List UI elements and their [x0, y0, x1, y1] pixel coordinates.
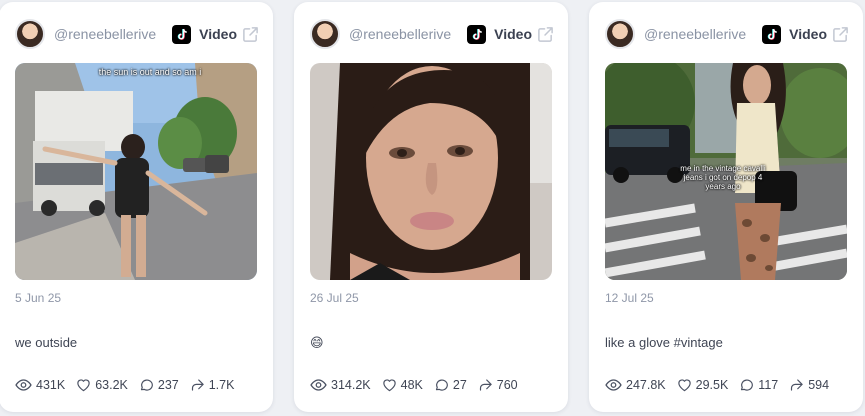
- comment-icon: [435, 379, 448, 391]
- content-type-label: Video: [789, 26, 828, 42]
- eye-icon: [310, 379, 327, 391]
- likes-count: 48K: [400, 378, 423, 392]
- likes-stat: 48K: [382, 378, 423, 392]
- shares-count: 1.7K: [208, 378, 235, 392]
- post-date: 12 Jul 25: [605, 291, 654, 305]
- comment-icon: [140, 379, 153, 391]
- shares-stat: 594: [789, 378, 829, 392]
- share-icon: [479, 379, 492, 391]
- heart-icon: [677, 379, 691, 392]
- comments-stat: 117: [739, 378, 778, 392]
- video-thumbnail[interactable]: the sun is out and so am i: [15, 63, 257, 280]
- comments-count: 27: [452, 378, 467, 392]
- post-date: 26 Jul 25: [310, 291, 359, 305]
- tiktok-icon: [172, 24, 192, 44]
- tiktok-icon: [762, 24, 782, 44]
- shares-count: 760: [496, 378, 518, 392]
- views-stat: 431K: [15, 378, 65, 392]
- eye-icon: [605, 379, 622, 391]
- thumbnail-overlay-text: the sun is out and so am i: [98, 67, 202, 77]
- views-count: 431K: [36, 378, 66, 392]
- avatar[interactable]: [605, 19, 635, 49]
- external-link-icon[interactable]: [536, 25, 554, 43]
- post-date: 5 Jun 25: [15, 291, 62, 305]
- content-type-label: Video: [199, 26, 238, 42]
- shares-stat: 760: [478, 378, 518, 392]
- post-stats: 247.8K 29.5K 117 594: [605, 378, 840, 392]
- comments-stat: 27: [434, 378, 467, 392]
- views-stat: 314.2K: [310, 378, 371, 392]
- likes-stat: 63.2K: [76, 378, 128, 392]
- card-header: @reneebellerive Video: [15, 17, 259, 51]
- thumbnail-image: [15, 63, 257, 280]
- author-handle[interactable]: @reneebellerive: [644, 26, 746, 42]
- views-stat: 247.8K: [605, 378, 666, 392]
- avatar[interactable]: [310, 19, 340, 49]
- heart-icon: [382, 379, 396, 392]
- heart-icon: [77, 379, 90, 392]
- share-icon: [191, 379, 204, 391]
- likes-count: 29.5K: [695, 378, 729, 392]
- comments-count: 237: [157, 378, 179, 392]
- tiktok-icon: [467, 24, 487, 44]
- post-caption: 😄: [310, 335, 324, 350]
- comment-icon: [741, 379, 754, 391]
- shares-stat: 1.7K: [190, 378, 235, 392]
- shares-count: 594: [808, 378, 830, 392]
- content-type-label: Video: [494, 26, 533, 42]
- post-card[interactable]: @reneebellerive Video: [589, 2, 863, 412]
- comments-stat: 237: [139, 378, 179, 392]
- author-handle[interactable]: @reneebellerive: [349, 26, 451, 42]
- external-link-icon[interactable]: [241, 25, 259, 43]
- views-count: 247.8K: [626, 378, 666, 392]
- views-count: 314.2K: [331, 378, 371, 392]
- video-thumbnail[interactable]: [310, 63, 552, 280]
- post-caption: like a glove #vintage: [605, 335, 723, 350]
- post-caption: we outside: [15, 335, 78, 350]
- post-stats: 314.2K 48K 27 760: [310, 378, 529, 392]
- author-handle[interactable]: @reneebellerive: [54, 26, 156, 42]
- comments-count: 117: [758, 378, 779, 392]
- card-header: @reneebellerive Video: [605, 17, 849, 51]
- thumbnail-overlay-text: me in the vintage cavalli jeans i got on…: [680, 164, 766, 192]
- post-card[interactable]: @reneebellerive Video 26 Jul 25 😄 314.2K…: [294, 2, 568, 412]
- video-thumbnail[interactable]: me in the vintage cavalli jeans i got on…: [605, 63, 847, 280]
- post-card[interactable]: @reneebellerive Video: [0, 2, 273, 412]
- eye-icon: [15, 379, 32, 391]
- post-stats: 431K 63.2K 237 1.7K: [15, 378, 245, 392]
- thumbnail-image: [310, 63, 552, 280]
- share-icon: [791, 379, 803, 391]
- external-link-icon[interactable]: [831, 25, 849, 43]
- avatar[interactable]: [15, 19, 45, 49]
- card-header: @reneebellerive Video: [310, 17, 554, 51]
- likes-count: 63.2K: [95, 378, 128, 392]
- likes-stat: 29.5K: [677, 378, 729, 392]
